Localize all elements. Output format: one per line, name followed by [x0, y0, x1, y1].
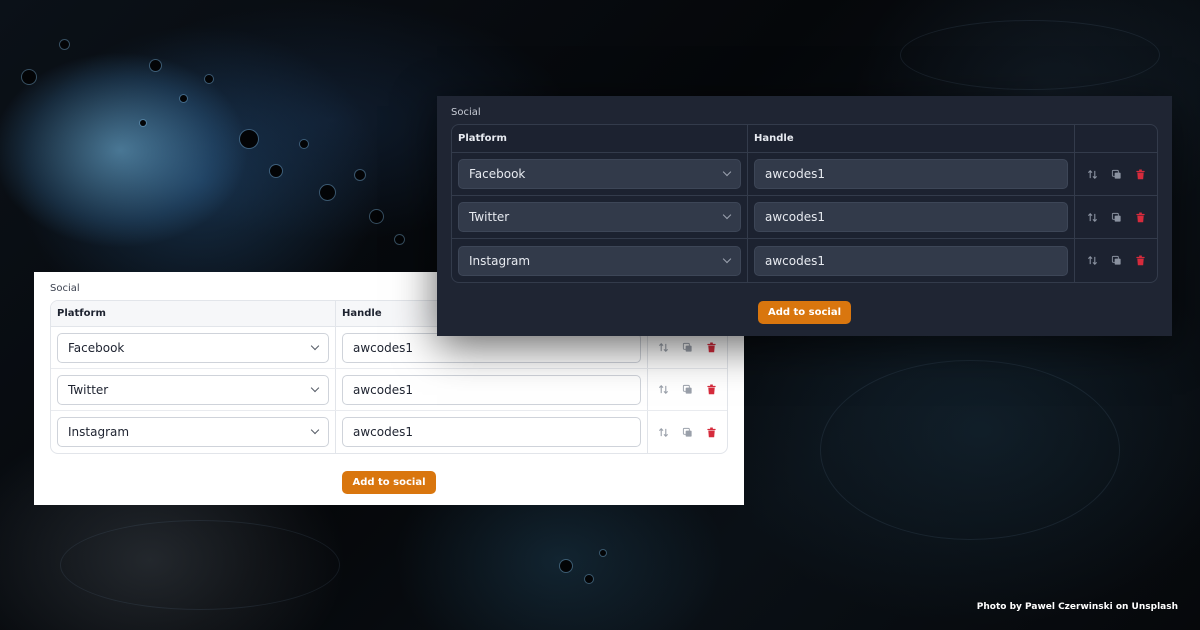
chevron-down-icon	[310, 383, 320, 392]
bubble	[270, 165, 282, 177]
add-to-social-button[interactable]: Add to social	[757, 301, 852, 324]
platform-select-value: Facebook	[469, 167, 526, 181]
bubble	[370, 210, 383, 223]
table-header: Platform Handle	[452, 125, 1157, 153]
bubble	[395, 235, 404, 244]
table-row: Instagram awcodes1	[51, 411, 727, 453]
clone-icon[interactable]	[1110, 168, 1122, 180]
platform-column-header: Platform	[51, 301, 336, 326]
clone-icon[interactable]	[682, 426, 694, 438]
platform-select-value: Instagram	[68, 425, 130, 439]
chevron-down-icon	[722, 254, 732, 263]
photo-credit: Photo by Pawel Czerwinski on Unsplash	[976, 602, 1178, 612]
table-row: Instagram awcodes1	[452, 239, 1157, 282]
social-table: Platform Handle Facebook awcodes1 Twitte…	[451, 124, 1158, 283]
vein	[60, 520, 340, 610]
platform-select-value: Twitter	[68, 382, 109, 397]
bubble	[180, 95, 187, 102]
platform-select-value: Facebook	[68, 340, 125, 355]
bubble	[585, 575, 593, 583]
actions-column-header	[1075, 125, 1157, 152]
handle-column-header: Handle	[748, 125, 1075, 152]
table-row: Twitter awcodes1	[452, 196, 1157, 239]
chevron-down-icon	[722, 210, 732, 220]
trash-icon[interactable]	[706, 426, 718, 438]
table-row: Twitter awcodes1	[51, 369, 727, 411]
platform-select-value: Twitter	[469, 210, 510, 224]
bubble	[600, 550, 606, 556]
chevron-down-icon	[310, 425, 320, 435]
reorder-icon[interactable]	[1086, 211, 1098, 223]
trash-icon[interactable]	[1134, 255, 1146, 267]
reorder-icon[interactable]	[658, 426, 670, 438]
trash-icon[interactable]	[706, 384, 718, 396]
bubble	[140, 120, 146, 126]
bubble	[560, 560, 572, 572]
section-title: Social	[451, 107, 481, 118]
reorder-icon[interactable]	[658, 384, 670, 396]
handle-input[interactable]: awcodes1	[342, 417, 641, 447]
platform-column-header: Platform	[452, 125, 748, 152]
bubble	[22, 70, 36, 84]
handle-input[interactable]: awcodes1	[754, 159, 1068, 189]
reorder-icon[interactable]	[1086, 168, 1098, 180]
bubble	[205, 75, 213, 83]
table-row: Facebook awcodes1	[452, 153, 1157, 196]
vein	[820, 360, 1120, 540]
bubble	[60, 40, 69, 49]
clone-icon[interactable]	[682, 384, 694, 396]
trash-icon[interactable]	[706, 342, 718, 354]
handle-input[interactable]: awcodes1	[754, 245, 1068, 276]
bubble	[150, 60, 161, 71]
bubble	[320, 185, 335, 200]
bubble	[240, 130, 258, 148]
handle-input[interactable]: awcodes1	[342, 332, 641, 363]
reorder-icon[interactable]	[1086, 255, 1098, 267]
clone-icon[interactable]	[682, 342, 694, 354]
platform-select[interactable]: Facebook	[458, 159, 741, 189]
platform-select[interactable]: Instagram	[57, 417, 329, 447]
platform-select[interactable]: Facebook	[57, 332, 329, 363]
handle-input[interactable]: awcodes1	[342, 374, 641, 405]
bubble	[355, 170, 365, 180]
platform-select[interactable]: Instagram	[458, 245, 741, 276]
platform-select[interactable]: Twitter	[458, 202, 741, 232]
bubble	[300, 140, 308, 148]
trash-icon[interactable]	[1134, 168, 1146, 180]
clone-icon[interactable]	[1110, 211, 1122, 223]
chevron-down-icon	[722, 167, 732, 177]
chevron-down-icon	[310, 341, 320, 350]
platform-select-value: Instagram	[469, 253, 531, 268]
social-repeater-dark: Social Platform Handle Facebook awcodes1…	[437, 96, 1172, 336]
clone-icon[interactable]	[1110, 255, 1122, 267]
trash-icon[interactable]	[1134, 211, 1146, 223]
add-to-social-button[interactable]: Add to social	[342, 471, 436, 494]
handle-input[interactable]: awcodes1	[754, 202, 1068, 232]
reorder-icon[interactable]	[658, 342, 670, 354]
vein	[900, 20, 1160, 90]
platform-select[interactable]: Twitter	[57, 374, 329, 405]
